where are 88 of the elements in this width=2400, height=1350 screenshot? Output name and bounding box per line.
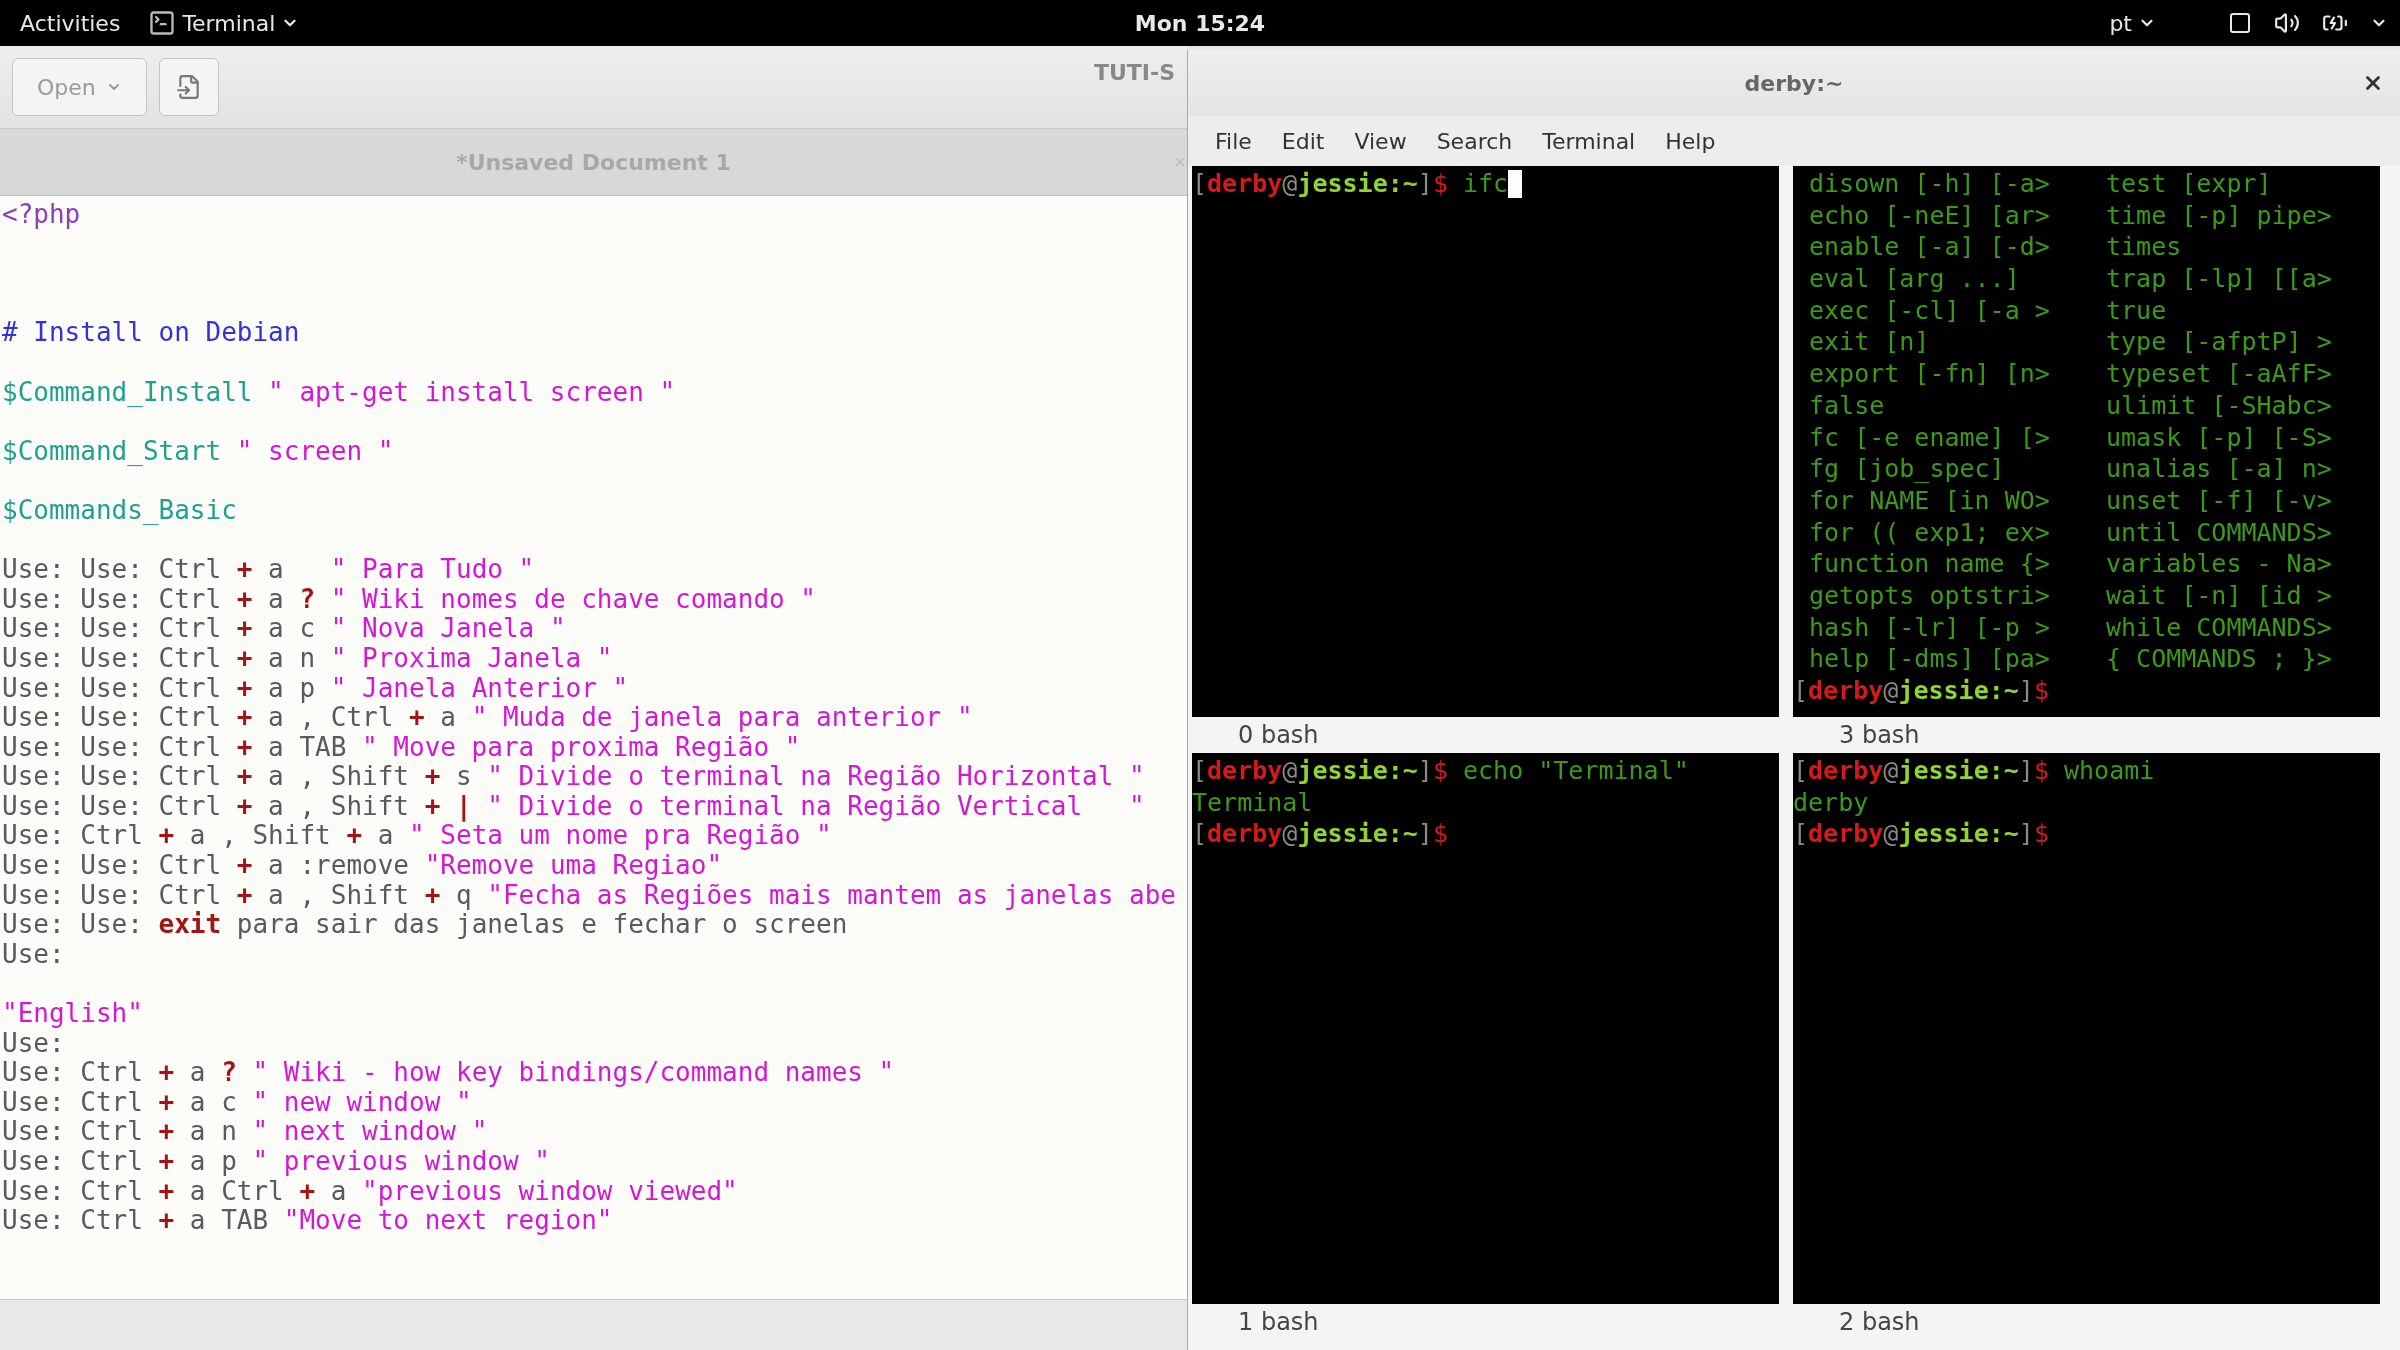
completion-item: for (( exp1; ex> (1808, 516, 2051, 549)
completion-item: exec [-cl] [-a > (1808, 294, 2051, 327)
new-document-button[interactable] (158, 58, 219, 116)
completion-item: umask [-p] [-S> (2106, 421, 2332, 454)
command-output: Terminal (1192, 786, 1313, 819)
prompt-line: [derby@jessie:~]$ whoami (1793, 755, 2156, 787)
prompt-line: [derby@jessie:~]$ (1192, 818, 1449, 851)
code-line: Use: Ctrl + a p " previous window " (2, 1147, 551, 1177)
window-title: derby:~ (1744, 70, 1844, 96)
document-icon (175, 74, 202, 100)
code-line: "English" (2, 999, 144, 1029)
code-line: Use: Ctrl + a c " new window " (2, 1087, 472, 1118)
prompt-line: [derby@jessie:~]$ (1793, 675, 2050, 707)
code-line: Use: Use: Ctrl + a , Shift + | " Divide o terminal na Região Vertical " (2, 791, 1146, 822)
completion-item: while COMMANDS> (2106, 611, 2332, 644)
code-line: Use: (2, 939, 66, 970)
menu-item[interactable]: Terminal (1527, 128, 1651, 154)
completion-item: eval [arg ...] (1808, 263, 2021, 295)
completion-item: function name {> (1808, 548, 2051, 580)
terminal-icon (148, 9, 177, 37)
clock[interactable]: Mon 15:24 (1134, 10, 1266, 36)
code-line: Use: Ctrl + a Ctrl + a "previous window viewed" (2, 1176, 739, 1207)
keyboard-layout[interactable]: pt (2109, 10, 2132, 36)
completion-item: test [expr] (2106, 168, 2272, 200)
completion-item: hash [-lr] [-p > (1808, 611, 2051, 644)
completion-item: getopts optstri> (1808, 579, 2051, 612)
prompt-line: [derby@jessie:~]$ (1793, 818, 2050, 851)
code-line: $Command_Start " screen " (2, 436, 395, 467)
code-line: <?php (2, 200, 82, 230)
terminal-pane[interactable] (1793, 166, 2380, 717)
code-line: # Install on Debian (2, 318, 301, 348)
menu-item[interactable]: Search (1421, 128, 1528, 154)
terminal-pane[interactable]: [derby@jessie:~]$ ifc (1192, 166, 1779, 717)
command-output: derby (1793, 786, 1869, 819)
completion-item: echo [-neE] [ar> (1808, 199, 2051, 232)
completion-item: variables - Na> (2106, 548, 2332, 580)
code-line: Use: Ctrl + a TAB "Move to next region" (2, 1206, 614, 1236)
speaker-icon[interactable] (2274, 10, 2300, 36)
completion-item: trap [-lp] [[a> (2106, 263, 2332, 295)
completion-item: disown [-h] [-a> (1808, 168, 2051, 200)
completion-item: fc [-e ename] [> (1808, 421, 2051, 454)
code-line: Use: Use: Ctrl + a c " Nova Janela " (2, 614, 567, 644)
app-menu[interactable]: Terminal (182, 10, 276, 36)
code-line: Use: Ctrl + a , Shift + a " Seta um nome pra Região " (2, 821, 833, 852)
menu-item[interactable]: Edit (1266, 128, 1340, 154)
completion-item: unalias [-a] n> (2106, 453, 2332, 485)
completion-item: false (1808, 389, 1886, 422)
terminal-pane[interactable]: [derby@jessie:~]$ whoami derby [derby@jessie:~]$ (1793, 753, 2380, 1304)
completion-item: true (2106, 294, 2167, 327)
code-line: Use: Use: Ctrl + a :remove "Remove uma Regiao" (2, 851, 724, 881)
completion-item: times (2106, 231, 2182, 264)
prompt-line: [derby@jessie:~]$ ifc (1192, 168, 1779, 200)
completion-item: help [-dms] [pa> (1808, 643, 2051, 675)
code-line: Use: (2, 1028, 65, 1059)
code-line: Use: Use: Ctrl + a , Shift + s " Divide o terminal na Região Horizontal " (2, 762, 1146, 792)
activities-button[interactable]: Activities (20, 10, 121, 36)
completion-item: ulimit [-SHabc> (2106, 389, 2332, 422)
completion-item: until COMMANDS> (2106, 516, 2332, 549)
code-line: Use: Ctrl + a ? " Wiki - how key bindings/command names " (2, 1058, 896, 1088)
code-line: Use: Use: Ctrl + a , Shift + q "Fecha as Regiões mais mantem as janelas abe (2, 880, 1178, 911)
completion-item: unset [-f] [-v> (2106, 484, 2332, 517)
terminal-pane[interactable]: [derby@jessie:~]$ echo "Terminal" Terminal [derby@jessie:~]$ (1192, 753, 1779, 1304)
window-title: TUTI-S (1093, 60, 1175, 85)
code-line: Use: Ctrl + a n " next window " (2, 1117, 489, 1147)
prompt-line: [derby@jessie:~]$ echo "Terminal" (1192, 755, 1690, 787)
menu-item[interactable]: View (1339, 128, 1422, 154)
completion-item: wait [-n] [id > (2106, 579, 2332, 612)
window-icon[interactable] (2228, 11, 2252, 35)
completion-item: typeset [-aAfF> (2106, 358, 2332, 390)
completion-item: exit [n] (1808, 326, 1931, 359)
code-line: Use: Use: Ctrl + a " Para Tudo " (2, 555, 536, 585)
completion-item: { COMMANDS ; }> (2106, 643, 2332, 675)
code-line: Use: Use: Ctrl + a p " Janela Anterior " (2, 673, 630, 704)
completion-item: fg [job_spec] (1808, 453, 2006, 485)
completion-item: time [-p] pipe> (2106, 199, 2332, 232)
code-line: Use: Use: exit para sair das janelas e fechar o screen (2, 910, 849, 940)
completion-item: enable [-a] [-d> (1808, 231, 2051, 264)
menu-item[interactable]: File (1200, 128, 1267, 154)
code-line: Use: Use: Ctrl + a TAB " Move para proxima Região " (2, 732, 802, 763)
code-line: $Commands_Basic (2, 495, 238, 526)
code-line: Use: Use: Ctrl + a ? " Wiki nomes de chave comando " (2, 584, 817, 615)
code-line: Use: Use: Ctrl + a , Ctrl + a " Muda de janela para anterior " (2, 703, 974, 733)
completion-item: for NAME [in WO> (1808, 484, 2051, 517)
completion-item: type [-afptP] > (2106, 326, 2332, 359)
code-line: $Command_Install " apt-get install screen " (2, 377, 677, 408)
menu-item[interactable]: Help (1650, 128, 1731, 154)
code-line: Use: Use: Ctrl + a n " Proxima Janela " (2, 643, 614, 674)
completion-item: export [-fn] [n> (1808, 358, 2051, 390)
